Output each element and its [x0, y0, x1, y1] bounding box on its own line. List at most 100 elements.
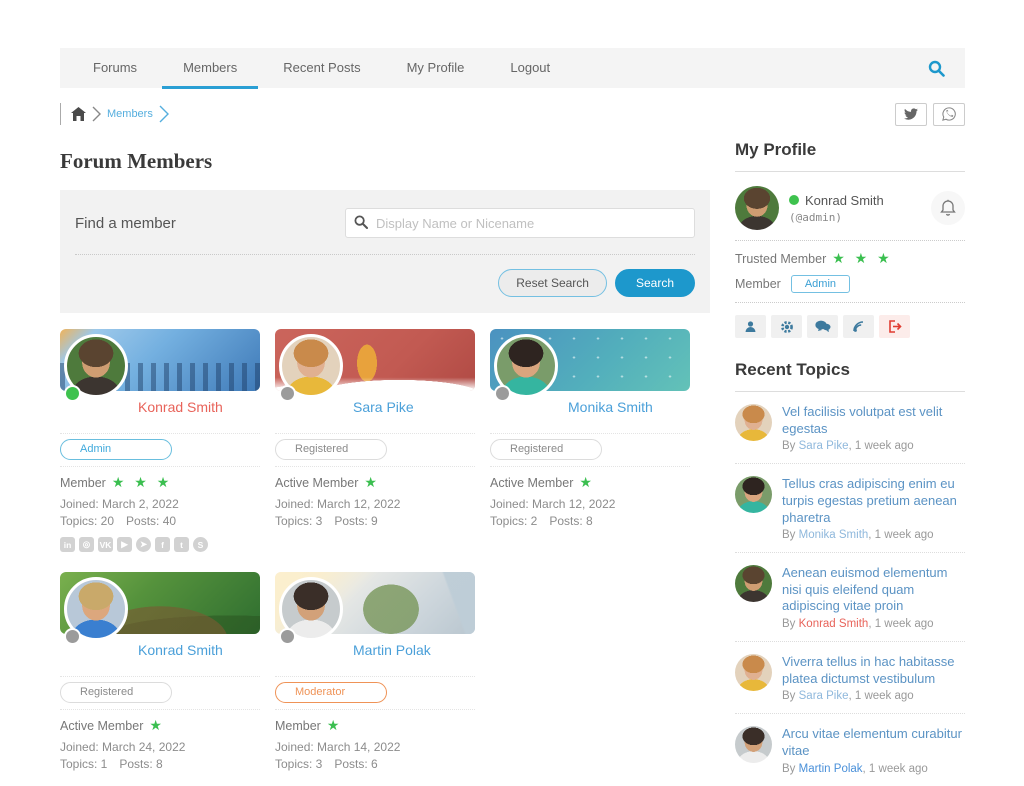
nav-tab-members[interactable]: Members	[160, 48, 260, 89]
online-status-dot	[64, 385, 81, 402]
nav-tab-my-profile[interactable]: My Profile	[384, 48, 488, 88]
home-icon[interactable]	[71, 107, 86, 121]
topic-item: Arcu vitae elementum curabitur vitae By …	[735, 726, 965, 785]
facebook-icon[interactable]: f	[155, 537, 170, 552]
breadcrumb-divider	[60, 103, 61, 125]
breadcrumb-members-link[interactable]: Members	[107, 108, 153, 120]
recent-topics-heading: Recent Topics	[735, 360, 965, 392]
nav-tab-forums[interactable]: Forums	[70, 48, 160, 88]
joined-date: Joined: March 2, 2022	[60, 497, 179, 511]
my-profile-heading: My Profile	[735, 140, 965, 172]
topic-author-link[interactable]: Martin Polak	[799, 763, 863, 775]
avatar[interactable]	[735, 476, 772, 514]
reset-search-button[interactable]: Reset Search	[498, 269, 607, 297]
online-status-dot	[494, 385, 511, 402]
online-status-dot	[64, 628, 81, 645]
posts-count: Posts: 8	[549, 514, 593, 528]
sidebar: My Profile Konrad Smith (@admin) Trusted…	[735, 140, 965, 786]
whatsapp-share-button[interactable]	[933, 102, 965, 126]
search-button[interactable]: Search	[614, 269, 695, 297]
topics-count: Topics: 1	[60, 757, 108, 771]
topic-item: Vel facilisis volutpat est velit egestas…	[735, 404, 965, 465]
topic-author-link[interactable]: Sara Pike	[799, 690, 849, 702]
admin-badge: Admin	[790, 275, 851, 293]
member-name-link[interactable]: Konrad Smith	[138, 399, 223, 415]
profile-nicename: (@admin)	[789, 210, 842, 224]
avatar[interactable]	[735, 726, 772, 764]
instagram-icon[interactable]: ◎	[79, 537, 94, 552]
profile-summary: Konrad Smith (@admin)	[735, 186, 965, 230]
by-label: By	[782, 529, 799, 542]
logout-icon[interactable]	[879, 315, 910, 338]
nav-tab-logout[interactable]: Logout	[487, 48, 573, 88]
topics-count: Topics: 3	[275, 514, 323, 528]
member-search-input[interactable]	[345, 208, 695, 238]
avatar[interactable]	[735, 565, 772, 603]
profile-icon[interactable]	[735, 315, 766, 338]
find-member-label: Find a member	[75, 214, 176, 232]
online-status-dot	[279, 628, 296, 645]
search-icon[interactable]	[918, 56, 955, 81]
linkedin-icon[interactable]: in	[60, 537, 75, 552]
role-badge: Admin	[60, 439, 172, 460]
avatar[interactable]	[735, 186, 779, 230]
avatar[interactable]	[735, 404, 772, 441]
profile-name[interactable]: Konrad Smith	[805, 193, 884, 208]
profile-quick-actions	[735, 315, 965, 338]
joined-date: Joined: March 24, 2022	[60, 740, 186, 754]
by-label: By	[782, 440, 799, 453]
posts-count: Posts: 8	[119, 757, 163, 771]
topic-author-link[interactable]: Sara Pike	[799, 440, 849, 452]
joined-date: Joined: March 14, 2022	[275, 740, 401, 754]
rank-label: Member	[275, 719, 321, 733]
notifications-bell-icon[interactable]	[931, 191, 965, 225]
role-badge: Moderator	[275, 682, 387, 703]
member-search-panel: Find a member Reset Search Search	[60, 190, 710, 313]
topic-author-link[interactable]: Monika Smith	[799, 529, 869, 541]
search-icon	[354, 215, 368, 229]
posts-count: Posts: 6	[334, 757, 378, 771]
rank-stars: ★	[326, 717, 343, 733]
member-name-link[interactable]: Martin Polak	[353, 642, 431, 658]
member-role-label: Member	[735, 277, 781, 291]
vk-icon[interactable]: VK	[98, 537, 113, 552]
topic-title-link[interactable]: Tellus cras adipiscing enim eu turpis eg…	[782, 476, 965, 526]
members-grid: Konrad Smith Admin Member ★ ★ ★ Joined: M…	[60, 329, 710, 773]
settings-gear-icon[interactable]	[771, 315, 802, 338]
by-label: By	[782, 690, 799, 703]
member-card: Konrad Smith Admin Member ★ ★ ★ Joined: M…	[60, 329, 260, 552]
member-name-link[interactable]: Sara Pike	[353, 399, 414, 415]
nav-tab-recent-posts[interactable]: Recent Posts	[260, 48, 383, 88]
telegram-icon[interactable]: ➤	[136, 537, 151, 552]
subscriptions-rss-icon[interactable]	[843, 315, 874, 338]
twitter-share-button[interactable]	[895, 102, 927, 126]
rank-stars: ★ ★ ★	[832, 250, 893, 266]
messages-icon[interactable]	[807, 315, 838, 338]
topic-meta: , 1 week ago	[868, 529, 934, 542]
member-card: Martin Polak Moderator Member ★ Joined: M…	[275, 572, 475, 773]
share-buttons	[895, 102, 965, 126]
rank-stars: ★	[364, 474, 380, 490]
role-badge: Registered	[275, 439, 387, 460]
topic-title-link[interactable]: Arcu vitae elementum curabitur vitae	[782, 726, 965, 759]
topic-title-link[interactable]: Aenean euismod elementum nisi quis eleif…	[782, 565, 965, 615]
youtube-icon[interactable]: ▶	[117, 537, 132, 552]
topic-item: Aenean euismod elementum nisi quis eleif…	[735, 565, 965, 642]
member-name-link[interactable]: Monika Smith	[568, 399, 653, 415]
skype-icon[interactable]: S	[193, 537, 208, 552]
topics-count: Topics: 3	[275, 757, 323, 771]
avatar[interactable]	[735, 654, 772, 691]
rank-stars: ★	[579, 474, 595, 490]
topic-title-link[interactable]: Viverra tellus in hac habitasse platea d…	[782, 654, 965, 687]
topic-meta: , 1 week ago	[848, 690, 914, 703]
topic-item: Tellus cras adipiscing enim eu turpis eg…	[735, 476, 965, 554]
member-name-link[interactable]: Konrad Smith	[138, 642, 223, 658]
topic-author-link[interactable]: Konrad Smith	[799, 618, 869, 630]
chevron-right-icon	[159, 105, 169, 123]
breadcrumb: Members	[60, 101, 965, 127]
topic-item: Viverra tellus in hac habitasse platea d…	[735, 654, 965, 715]
topic-title-link[interactable]: Vel facilisis volutpat est velit egestas	[782, 404, 965, 437]
panel-divider	[75, 254, 695, 255]
twitter-icon[interactable]: t	[174, 537, 189, 552]
posts-count: Posts: 40	[126, 514, 177, 528]
